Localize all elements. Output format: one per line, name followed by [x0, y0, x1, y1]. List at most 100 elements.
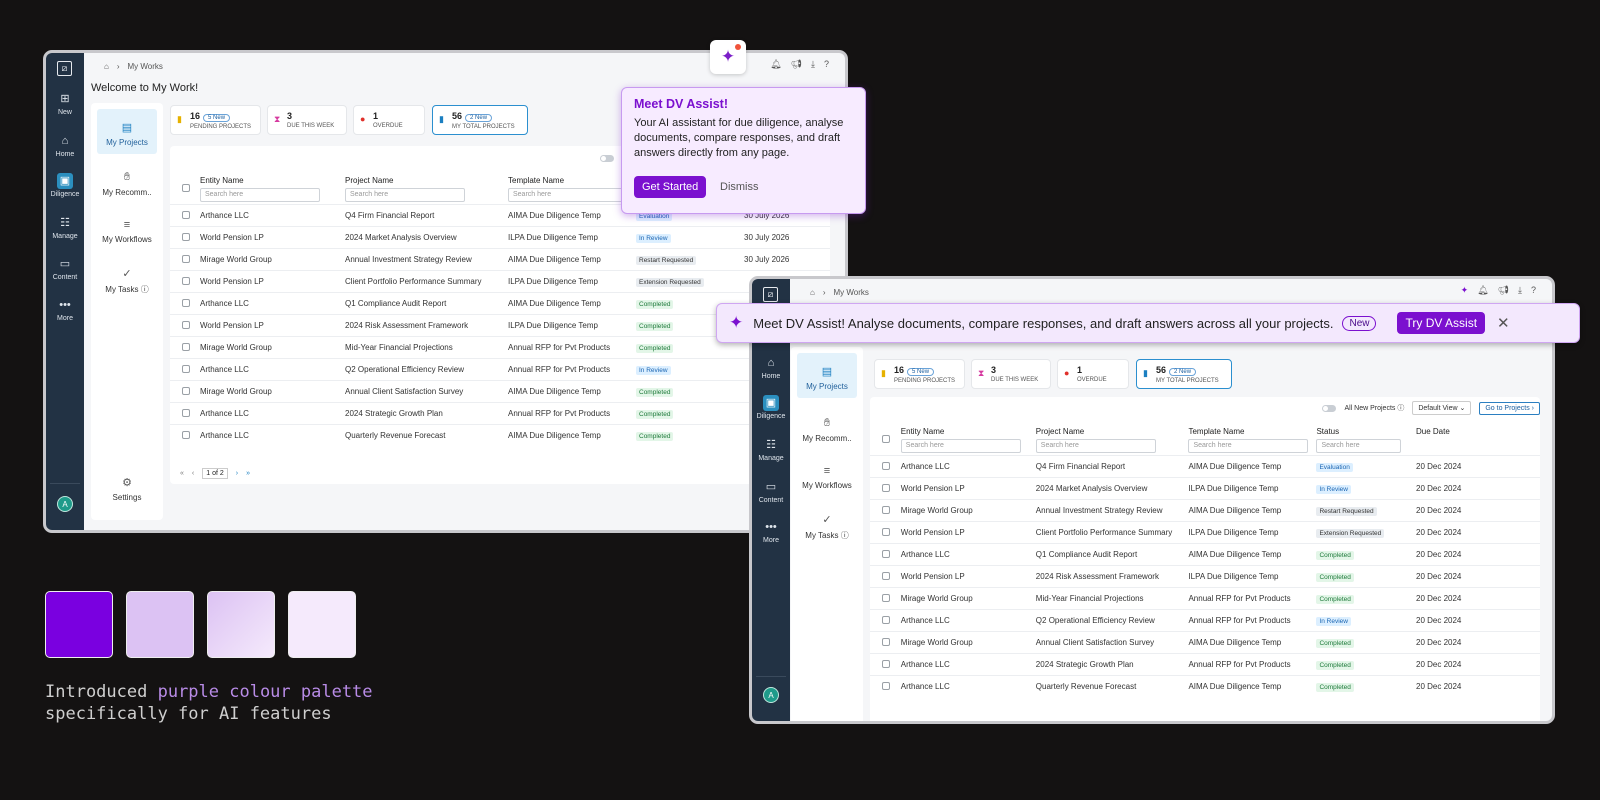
row-checkbox[interactable] [882, 637, 890, 646]
table-row[interactable]: Arthance LLC Quarterly Revenue Forecast AI… [870, 675, 1540, 698]
rail-content[interactable]: ▭ Content [752, 479, 790, 504]
column-header[interactable]: Project Name [1036, 427, 1084, 436]
stat-overdue[interactable]: ● 1 Overdue [353, 105, 425, 135]
rail-home[interactable]: ⌂ Home [752, 355, 790, 380]
stat-overdue[interactable]: ● 1 Overdue [1057, 359, 1129, 389]
table-row[interactable]: Arthance LLC 2024 Strategic Growth Plan An… [170, 402, 830, 425]
search-input[interactable]: Search here [345, 188, 465, 202]
bell-icon[interactable]: 🔔︎ [770, 59, 781, 70]
select-all-checkbox[interactable] [882, 435, 890, 443]
row-checkbox[interactable] [182, 254, 190, 263]
row-checkbox[interactable] [882, 571, 890, 580]
subnav-my-recommendations[interactable]: ✋︎ My Recomm.. [91, 171, 163, 197]
go-to-projects-button[interactable]: Go to Projects › [1479, 401, 1540, 415]
table-row[interactable]: Mirage World Group Annual Client Satisfac… [170, 380, 830, 403]
subnav-my-tasks[interactable]: ✓ My Tasks ⓘ [791, 513, 863, 541]
app-logo-icon[interactable]: ⧄ [763, 287, 778, 302]
row-checkbox[interactable] [882, 659, 890, 668]
search-input[interactable]: Search here [1188, 439, 1309, 453]
bell-icon[interactable]: 🔔︎ [1477, 285, 1488, 296]
column-header[interactable]: Status [1316, 427, 1339, 436]
subnav-my-workflows[interactable]: ≡ My Workflows [791, 465, 863, 490]
home-icon[interactable]: ⌂ [104, 62, 109, 71]
rail-new[interactable]: ⊞ New [46, 91, 84, 116]
row-checkbox[interactable] [882, 615, 890, 624]
rail-diligence[interactable]: ▣ Diligence [752, 395, 790, 420]
toggle-new-projects[interactable] [600, 155, 614, 162]
stat-pending[interactable]: ▮ 16 5 New Pending Projects [170, 105, 261, 135]
table-row[interactable]: Arthance LLC Q2 Operational Efficiency Re… [870, 609, 1540, 632]
help-icon[interactable]: ? [824, 59, 829, 70]
select-all-checkbox[interactable] [182, 184, 190, 192]
row-checkbox[interactable] [182, 298, 190, 307]
table-row[interactable]: Mirage World Group Annual Investment Stra… [870, 499, 1540, 522]
table-row[interactable]: World Pension LP Client Portfolio Perform… [870, 521, 1540, 544]
search-input[interactable]: Search here [1035, 439, 1156, 453]
home-icon[interactable]: ⌂ [810, 288, 815, 297]
table-row[interactable]: World Pension LP 2024 Market Analysis Ove… [870, 477, 1540, 500]
breadcrumb[interactable]: My Works [128, 62, 163, 71]
table-row[interactable]: Mirage World Group Annual Investment Stra… [170, 248, 830, 271]
sparkle-icon[interactable]: ✦ [1461, 285, 1469, 296]
table-row[interactable]: World Pension LP 2024 Market Analysis Ove… [170, 226, 830, 249]
table-row[interactable]: World Pension LP 2024 Risk Assessment Fra… [870, 565, 1540, 588]
table-row[interactable]: Arthance LLC Q4 Firm Financial Report AIMA… [870, 455, 1540, 478]
subnav-my-projects[interactable]: ▤ My Projects [97, 109, 157, 154]
row-checkbox[interactable] [882, 461, 890, 470]
subnav-my-workflows[interactable]: ≡ My Workflows [91, 219, 163, 244]
search-input[interactable]: Search here [508, 188, 628, 202]
search-input[interactable]: Search here [1316, 439, 1402, 453]
row-checkbox[interactable] [182, 408, 190, 417]
row-checkbox[interactable] [182, 232, 190, 241]
row-checkbox[interactable] [182, 210, 190, 219]
table-row[interactable]: Arthance LLC 2024 Strategic Growth Plan An… [870, 653, 1540, 676]
row-checkbox[interactable] [882, 505, 890, 514]
search-input[interactable]: Search here [900, 439, 1021, 453]
search-input[interactable]: Search here [200, 188, 320, 202]
view-select[interactable]: Default View ⌄ [1412, 401, 1472, 415]
column-header[interactable]: Due Date [1416, 427, 1450, 436]
close-icon[interactable]: ✕ [1497, 314, 1510, 332]
prev-page-icon[interactable]: ‹ [192, 470, 194, 477]
stat-total[interactable]: ▮ 56 2 New My Total Projects [432, 105, 528, 135]
rail-home[interactable]: ⌂ Home [46, 133, 84, 158]
rail-more[interactable]: ••• More [752, 519, 790, 544]
try-dv-assist-button[interactable]: Try DV Assist [1397, 312, 1486, 334]
first-page-icon[interactable]: « [180, 470, 184, 477]
next-page-icon[interactable]: › [236, 470, 238, 477]
rail-diligence[interactable]: ▣ Diligence [46, 173, 84, 198]
column-header[interactable]: Entity Name [901, 427, 945, 436]
table-row[interactable]: Arthance LLC Quarterly Revenue Forecast AI… [170, 424, 830, 447]
table-row[interactable]: Arthance LLC Q2 Operational Efficiency Re… [170, 358, 830, 381]
stat-due-week[interactable]: ⧗ 3 Due this week [971, 359, 1051, 389]
stat-total[interactable]: ▮ 56 2 New My Total Projects [1136, 359, 1232, 389]
row-checkbox[interactable] [882, 483, 890, 492]
last-page-icon[interactable]: » [246, 470, 250, 477]
table-row[interactable]: World Pension LP Client Portfolio Perform… [170, 270, 830, 293]
subnav-my-tasks[interactable]: ✓ My Tasks ⓘ [91, 267, 163, 295]
row-checkbox[interactable] [182, 430, 190, 439]
column-header[interactable]: Template Name [508, 176, 564, 185]
megaphone-icon[interactable]: 📢︎ [1498, 285, 1509, 296]
table-row[interactable]: Arthance LLC Q1 Compliance Audit Report AI… [870, 543, 1540, 566]
row-checkbox[interactable] [182, 386, 190, 395]
rail-content[interactable]: ▭ Content [46, 256, 84, 281]
rail-more[interactable]: ••• More [46, 297, 84, 322]
column-header[interactable]: Template Name [1188, 427, 1244, 436]
row-checkbox[interactable] [882, 593, 890, 602]
table-row[interactable]: Mirage World Group Mid-Year Financial Pro… [870, 587, 1540, 610]
row-checkbox[interactable] [882, 549, 890, 558]
megaphone-icon[interactable]: 📢︎ [791, 59, 802, 70]
avatar[interactable]: A [763, 687, 779, 703]
dv-assist-button[interactable]: ✦ [710, 40, 746, 74]
toggle-new-projects[interactable] [1322, 404, 1337, 412]
help-icon[interactable]: ? [1531, 285, 1536, 296]
get-started-button[interactable]: Get Started [634, 176, 707, 198]
column-header[interactable]: Entity Name [200, 176, 244, 185]
stat-pending[interactable]: ▮ 16 5 New Pending Projects [874, 359, 965, 389]
column-header[interactable]: Project Name [345, 176, 393, 185]
avatar[interactable]: A [57, 496, 73, 512]
row-checkbox[interactable] [182, 342, 190, 351]
row-checkbox[interactable] [182, 276, 190, 285]
row-checkbox[interactable] [882, 527, 890, 536]
